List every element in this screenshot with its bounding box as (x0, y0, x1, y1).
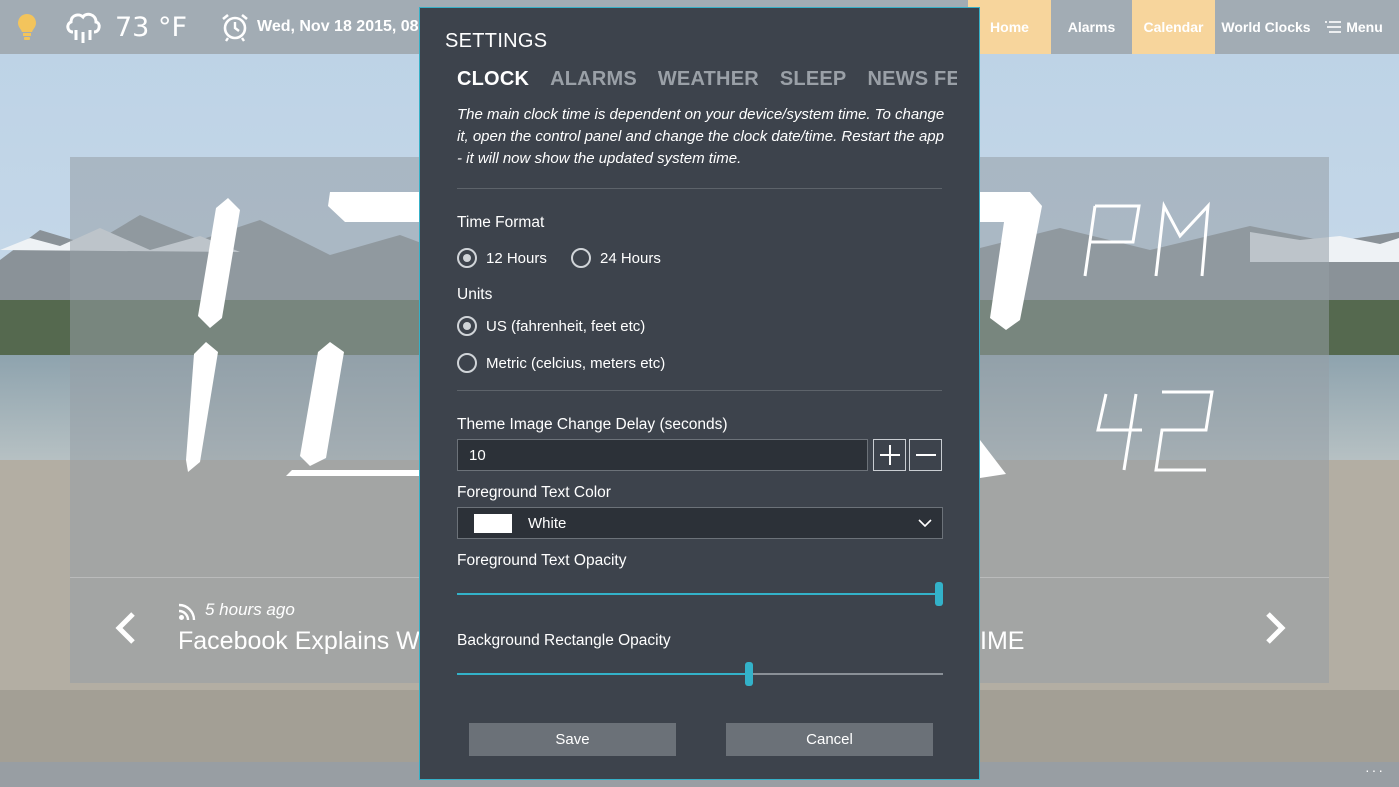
slider-fill (457, 593, 943, 595)
clock-period-glyph (1154, 201, 1210, 277)
radio-indicator (457, 316, 477, 336)
color-swatch (474, 513, 512, 533)
radio-label: US (fahrenheit, feet etc) (486, 317, 646, 335)
slider-thumb[interactable] (935, 582, 943, 606)
slider-thumb[interactable] (744, 662, 753, 686)
theme-delay-input[interactable] (457, 439, 868, 471)
next-news-arrow-icon[interactable] (1262, 610, 1288, 646)
theme-delay-label: Theme Image Change Delay (seconds) (457, 416, 728, 433)
tab-sleep[interactable]: SLEEP (780, 68, 847, 91)
radio-24-hours[interactable]: 24 Hours (571, 248, 661, 268)
menu-label: Menu (1346, 19, 1383, 35)
news-headline[interactable]: Facebook Explains W (178, 627, 420, 656)
time-format-label: Time Format (457, 214, 545, 231)
radio-label: 12 Hours (486, 249, 547, 267)
slider-fill (457, 673, 749, 675)
clock-digit-segment (198, 198, 240, 328)
divider (457, 188, 942, 189)
clock-digit-segment (286, 470, 420, 476)
menu-button[interactable]: Menu (1319, 0, 1389, 54)
bg-opacity-slider[interactable] (457, 662, 943, 686)
tab-alarms[interactable]: ALARMS (550, 68, 637, 91)
current-date: Wed, Nov 18 2015, 08: (257, 18, 424, 35)
rss-icon (178, 603, 196, 621)
nav-world-clocks[interactable]: World Clocks (1215, 0, 1317, 54)
radio-label: 24 Hours (600, 249, 661, 267)
clock-seconds-glyph (1154, 390, 1214, 472)
divider (457, 390, 942, 391)
hamburger-menu-icon (1325, 21, 1342, 33)
temperature-readout: 73 °F (115, 11, 187, 43)
news-headline-right[interactable]: IME (980, 627, 1024, 656)
nav-calendar[interactable]: Calendar (1132, 0, 1215, 54)
nav-alarms[interactable]: Alarms (1051, 0, 1132, 54)
nav-home[interactable]: Home (968, 0, 1051, 54)
plus-icon (879, 445, 900, 465)
fg-opacity-slider[interactable] (457, 582, 943, 606)
settings-tabs: CLOCK ALARMS WEATHER SLEEP NEWS FEED (457, 68, 957, 98)
chevron-down-icon (918, 519, 932, 527)
clock-digit-segment (328, 192, 420, 222)
fg-color-select[interactable]: White (457, 507, 943, 539)
tab-news-feed[interactable]: NEWS FEED (867, 68, 957, 91)
clock-digit-segment (186, 342, 218, 472)
clock-description: The main clock time is dependent on your… (457, 106, 945, 167)
minus-icon (915, 454, 936, 456)
decrement-button[interactable] (909, 439, 942, 471)
settings-dialog: SETTINGS CLOCK ALARMS WEATHER SLEEP NEWS FEE… (419, 7, 980, 780)
clock-digit-segment (980, 440, 1006, 478)
more-options-icon[interactable]: ··· (1365, 762, 1385, 778)
news-time-ago: 5 hours ago (205, 600, 295, 619)
radio-indicator (571, 248, 591, 268)
clock-digit-segment (980, 192, 1042, 330)
fg-color-value: White (528, 514, 567, 532)
bg-opacity-label: Background Rectangle Opacity (457, 632, 671, 649)
units-label: Units (457, 286, 493, 303)
save-button[interactable]: Save (469, 723, 676, 756)
tab-clock[interactable]: CLOCK (457, 68, 529, 91)
lightbulb-icon[interactable] (16, 0, 38, 54)
fg-opacity-label: Foreground Text Opacity (457, 552, 627, 569)
clock-seconds-glyph (1096, 393, 1142, 471)
fg-color-label: Foreground Text Color (457, 484, 611, 501)
tab-weather[interactable]: WEATHER (658, 68, 759, 91)
rain-cloud-icon[interactable] (64, 0, 102, 54)
radio-label: Metric (celcius, meters etc) (486, 354, 666, 372)
dialog-title: SETTINGS (445, 30, 548, 52)
clock-period-glyph (1083, 204, 1141, 277)
increment-button[interactable] (873, 439, 906, 471)
radio-units-us[interactable]: US (fahrenheit, feet etc) (457, 316, 645, 336)
radio-indicator (457, 353, 477, 373)
radio-12-hours[interactable]: 12 Hours (457, 248, 547, 268)
alarm-clock-icon[interactable] (220, 0, 250, 54)
prev-news-arrow-icon[interactable] (113, 610, 139, 646)
clock-digit-segment (300, 342, 344, 466)
radio-units-metric[interactable]: Metric (celcius, meters etc) (457, 353, 665, 373)
cancel-button[interactable]: Cancel (726, 723, 933, 756)
radio-indicator (457, 248, 477, 268)
